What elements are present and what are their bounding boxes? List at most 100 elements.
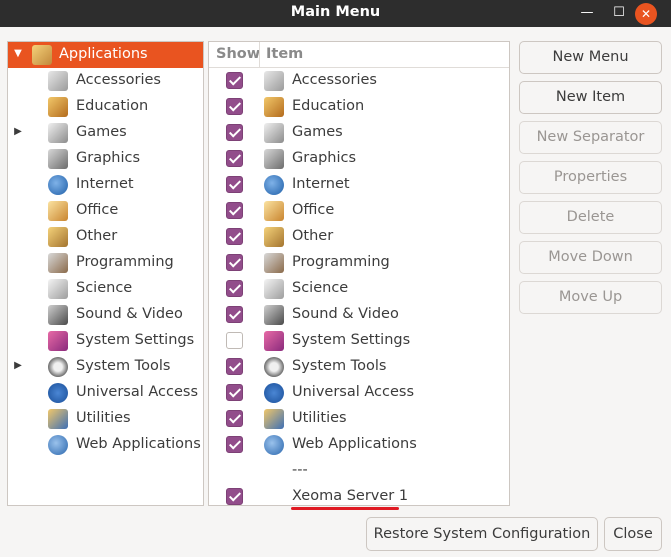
close-button[interactable]: Close xyxy=(604,517,662,551)
tree-expander xyxy=(12,152,24,164)
list-item[interactable]: Science xyxy=(209,276,509,302)
list-item[interactable]: System Settings xyxy=(209,328,509,354)
tree-item-applications[interactable]: ▼ Applications xyxy=(8,42,203,68)
tree-expander xyxy=(12,230,24,242)
tree-item-label: Games xyxy=(76,124,127,140)
move-up-button[interactable]: Move Up xyxy=(519,281,662,314)
new-item-button[interactable]: New Item xyxy=(519,81,662,114)
list-item[interactable]: Office xyxy=(209,198,509,224)
other-icon xyxy=(264,227,284,247)
list-item[interactable]: Internet xyxy=(209,172,509,198)
tree-item-universal-access[interactable]: Universal Access xyxy=(8,380,203,406)
window-titlebar: Main Menu — ☐ ✕ xyxy=(0,0,671,27)
tree-item-web-applications[interactable]: Web Applications xyxy=(8,432,203,458)
system-settings-icon xyxy=(48,331,68,351)
tree-expander xyxy=(12,74,24,86)
list-item-label: Sound & Video xyxy=(292,306,399,322)
list-item[interactable]: Education xyxy=(209,94,509,120)
education-icon xyxy=(264,97,284,117)
office-icon xyxy=(264,201,284,221)
show-checkbox[interactable] xyxy=(226,306,243,323)
show-checkbox[interactable] xyxy=(226,280,243,297)
list-item-label: System Tools xyxy=(292,358,387,374)
menu-tree: ▼ Applications Accessories Education ▶ G… xyxy=(7,41,204,506)
list-item[interactable]: Graphics xyxy=(209,146,509,172)
accessories-icon xyxy=(264,71,284,91)
minimize-icon[interactable]: — xyxy=(575,0,599,27)
expander-right-icon[interactable]: ▶ xyxy=(12,360,24,372)
expander-down-icon[interactable]: ▼ xyxy=(12,48,24,60)
show-checkbox[interactable] xyxy=(226,254,243,271)
delete-button[interactable]: Delete xyxy=(519,201,662,234)
column-header-item[interactable]: Item xyxy=(266,46,303,62)
restore-system-configuration-button[interactable]: Restore System Configuration xyxy=(366,517,598,551)
show-checkbox[interactable] xyxy=(226,150,243,167)
tree-item-label: Education xyxy=(76,98,149,114)
tree-item-office[interactable]: Office xyxy=(8,198,203,224)
universal-access-icon xyxy=(48,383,68,403)
show-checkbox[interactable] xyxy=(226,332,243,349)
web-applications-icon xyxy=(264,435,284,455)
maximize-icon[interactable]: ☐ xyxy=(607,0,631,27)
show-checkbox[interactable] xyxy=(226,98,243,115)
tree-expander xyxy=(12,438,24,450)
show-checkbox[interactable] xyxy=(226,176,243,193)
tree-item-internet[interactable]: Internet xyxy=(8,172,203,198)
tree-item-graphics[interactable]: Graphics xyxy=(8,146,203,172)
list-item-label: Office xyxy=(292,202,335,218)
list-item-label: Programming xyxy=(292,254,390,270)
move-down-button[interactable]: Move Down xyxy=(519,241,662,274)
tree-item-science[interactable]: Science xyxy=(8,276,203,302)
tree-item-accessories[interactable]: Accessories xyxy=(8,68,203,94)
list-item[interactable]: Accessories xyxy=(209,68,509,94)
properties-button[interactable]: Properties xyxy=(519,161,662,194)
show-checkbox[interactable] xyxy=(226,410,243,427)
list-item[interactable]: System Tools xyxy=(209,354,509,380)
new-separator-button[interactable]: New Separator xyxy=(519,121,662,154)
close-icon[interactable]: ✕ xyxy=(635,3,657,25)
expander-right-icon[interactable]: ▶ xyxy=(12,126,24,138)
tree-item-label: Programming xyxy=(76,254,174,270)
list-item-label: Xeoma Server 1 xyxy=(292,488,409,504)
show-checkbox[interactable] xyxy=(226,436,243,453)
applications-icon xyxy=(32,45,52,65)
list-item[interactable]: Games xyxy=(209,120,509,146)
column-header-show[interactable]: Show xyxy=(216,46,260,62)
tree-item-utilities[interactable]: Utilities xyxy=(8,406,203,432)
show-checkbox[interactable] xyxy=(226,124,243,141)
show-checkbox[interactable] xyxy=(226,358,243,375)
list-item[interactable]: Programming xyxy=(209,250,509,276)
tree-item-other[interactable]: Other xyxy=(8,224,203,250)
separator-label: --- xyxy=(292,462,308,478)
tree-item-programming[interactable]: Programming xyxy=(8,250,203,276)
tree-expander xyxy=(12,412,24,424)
list-item-separator[interactable]: --- xyxy=(209,458,509,484)
list-item[interactable]: Universal Access xyxy=(209,380,509,406)
tree-expander xyxy=(12,308,24,320)
games-icon xyxy=(48,123,68,143)
list-item[interactable]: Sound & Video xyxy=(209,302,509,328)
show-checkbox[interactable] xyxy=(226,72,243,89)
list-item[interactable]: Utilities xyxy=(209,406,509,432)
list-item[interactable]: Xeoma Server 1 xyxy=(209,484,509,510)
tree-item-system-tools[interactable]: ▶ System Tools xyxy=(8,354,203,380)
list-item-label: Universal Access xyxy=(292,384,415,400)
tree-item-label: Applications xyxy=(59,46,148,62)
show-checkbox[interactable] xyxy=(226,228,243,245)
graphics-icon xyxy=(48,149,68,169)
tree-item-games[interactable]: ▶ Games xyxy=(8,120,203,146)
show-checkbox[interactable] xyxy=(226,488,243,505)
list-item[interactable]: Other xyxy=(209,224,509,250)
list-item-label: Web Applications xyxy=(292,436,417,452)
education-icon xyxy=(48,97,68,117)
tree-item-system-settings[interactable]: System Settings xyxy=(8,328,203,354)
tree-item-sound-video[interactable]: Sound & Video xyxy=(8,302,203,328)
tree-item-education[interactable]: Education xyxy=(8,94,203,120)
utilities-icon xyxy=(48,409,68,429)
show-checkbox[interactable] xyxy=(226,384,243,401)
tree-item-label: Sound & Video xyxy=(76,306,183,322)
new-menu-button[interactable]: New Menu xyxy=(519,41,662,74)
show-checkbox[interactable] xyxy=(226,202,243,219)
tree-item-label: Science xyxy=(76,280,133,296)
list-item[interactable]: Web Applications xyxy=(209,432,509,458)
